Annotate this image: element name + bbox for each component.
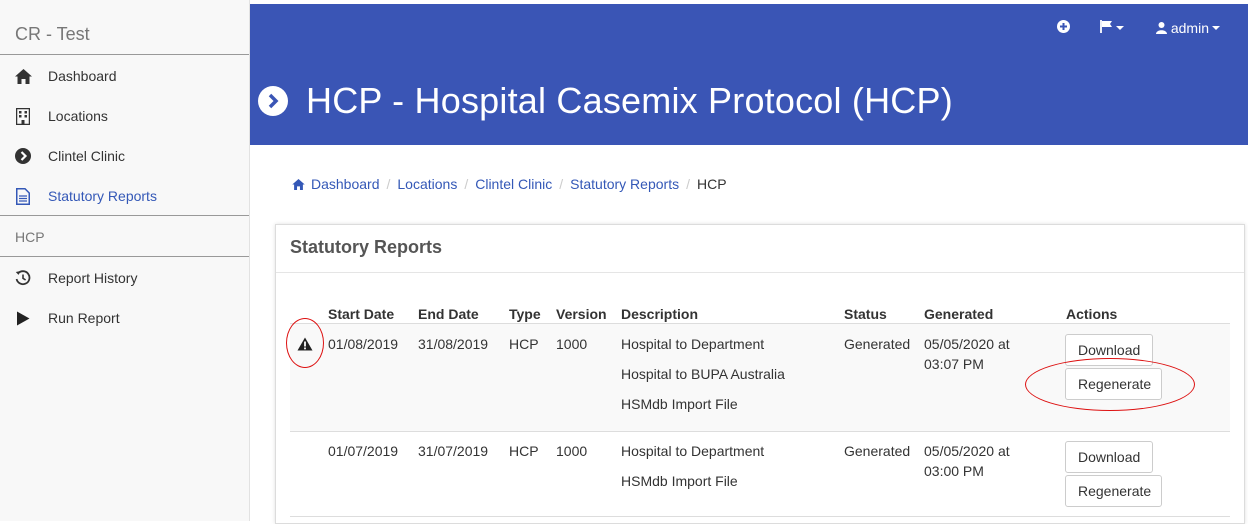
breadcrumb-current: HCP (696, 176, 727, 192)
cell-description: HSMdb Import File (621, 396, 738, 412)
sidebar: CR - Test Dashboard Locations Clintel Cl… (0, 0, 250, 521)
building-icon (14, 107, 32, 125)
sidebar-item-clintel-clinic[interactable]: Clintel Clinic (0, 136, 249, 176)
home-icon (14, 67, 32, 85)
breadcrumb: Dashboard / Locations / Clintel Clinic /… (292, 176, 727, 192)
cell-end-date: 31/08/2019 (418, 336, 489, 352)
user-name: admin (1170, 20, 1209, 36)
chevron-circle-icon (14, 147, 32, 165)
column-header-start-date: Start Date (328, 306, 395, 322)
sidebar-divider (0, 54, 249, 55)
breadcrumb-separator: / (464, 176, 469, 192)
page-title-row: HCP - Hospital Casemix Protocol (HCP) (258, 80, 953, 122)
cell-generated: 03:00 PM (924, 463, 984, 479)
cell-generated: 05/05/2020 at (924, 443, 1010, 459)
play-icon (14, 309, 32, 327)
cell-status: Generated (844, 443, 911, 459)
cell-description: Hospital to BUPA Australia (621, 366, 785, 382)
cell-description: HSMdb Import File (621, 473, 738, 489)
sidebar-item-label: Run Report (48, 310, 120, 326)
chevron-down-icon (1212, 26, 1220, 30)
sidebar-item-locations[interactable]: Locations (0, 96, 249, 136)
cell-type: HCP (509, 336, 539, 352)
sidebar-item-run-report[interactable]: Run Report (0, 298, 249, 338)
breadcrumb-dashboard[interactable]: Dashboard (292, 176, 380, 192)
sidebar-section-label: HCP (15, 229, 45, 245)
plus-circle-icon (1056, 20, 1070, 36)
breadcrumb-separator: / (559, 176, 564, 192)
top-navbar: admin (1056, 20, 1248, 36)
cell-version: 1000 (556, 443, 588, 459)
flag-menu-button[interactable] (1099, 20, 1124, 36)
page-title: HCP - Hospital Casemix Protocol (HCP) (306, 80, 953, 121)
table-row-divider (290, 431, 1230, 432)
breadcrumb-statutory-reports[interactable]: Statutory Reports (570, 176, 679, 192)
panel-heading: Statutory Reports (276, 225, 1244, 273)
sidebar-item-label: Report History (48, 270, 138, 286)
table-header-divider (290, 323, 1230, 324)
cell-description: Hospital to Department (621, 336, 765, 352)
user-menu-button[interactable]: admin (1155, 20, 1220, 36)
add-button[interactable] (1056, 20, 1070, 36)
table-row-divider (290, 516, 1230, 517)
sidebar-item-label: Dashboard (48, 68, 117, 84)
column-header-description: Description (621, 306, 699, 322)
page-header: admin HCP - Hospital Casemix Protocol (H… (250, 4, 1248, 145)
panel-title: Statutory Reports (290, 237, 443, 257)
sidebar-item-label: Statutory Reports (48, 188, 157, 204)
cell-generated: 05/05/2020 at (924, 336, 1010, 352)
sidebar-item-label: Clintel Clinic (48, 148, 126, 164)
column-header-generated: Generated (924, 306, 994, 322)
cell-start-date: 01/08/2019 (328, 336, 399, 352)
sidebar-item-statutory-reports[interactable]: Statutory Reports (0, 176, 249, 216)
cell-generated: 03:07 PM (924, 356, 984, 372)
home-icon (292, 178, 305, 190)
chevron-down-icon (1115, 26, 1124, 30)
regenerate-button[interactable]: Regenerate (1065, 368, 1162, 400)
column-header-end-date: End Date (418, 306, 479, 322)
download-button[interactable]: Download (1065, 441, 1153, 473)
column-header-version: Version (556, 306, 607, 322)
cell-status: Generated (844, 336, 911, 352)
warning-icon (297, 336, 313, 356)
flag-icon (1099, 20, 1113, 36)
sidebar-item-dashboard[interactable]: Dashboard (0, 56, 249, 96)
download-button[interactable]: Download (1065, 334, 1153, 366)
column-header-status: Status (844, 306, 887, 322)
sidebar-divider (0, 256, 249, 257)
column-header-type: Type (509, 306, 541, 322)
user-icon (1155, 22, 1167, 34)
cell-type: HCP (509, 443, 539, 459)
history-icon (14, 269, 32, 287)
chevron-circle-icon (258, 86, 288, 116)
regenerate-button[interactable]: Regenerate (1065, 475, 1162, 507)
breadcrumb-label: Dashboard (311, 176, 380, 192)
cell-end-date: 31/07/2019 (418, 443, 489, 459)
breadcrumb-separator: / (686, 176, 690, 192)
sidebar-item-report-history[interactable]: Report History (0, 258, 249, 298)
breadcrumb-locations[interactable]: Locations (397, 176, 457, 192)
app-brand: CR - Test (15, 24, 90, 44)
breadcrumb-separator: / (386, 176, 391, 192)
sidebar-item-label: Locations (48, 108, 108, 124)
breadcrumb-clintel-clinic[interactable]: Clintel Clinic (475, 176, 552, 192)
file-text-icon (14, 187, 32, 205)
column-header-actions: Actions (1066, 306, 1118, 322)
cell-description: Hospital to Department (621, 443, 765, 459)
cell-start-date: 01/07/2019 (328, 443, 399, 459)
cell-version: 1000 (556, 336, 588, 352)
sidebar-divider (0, 215, 249, 216)
